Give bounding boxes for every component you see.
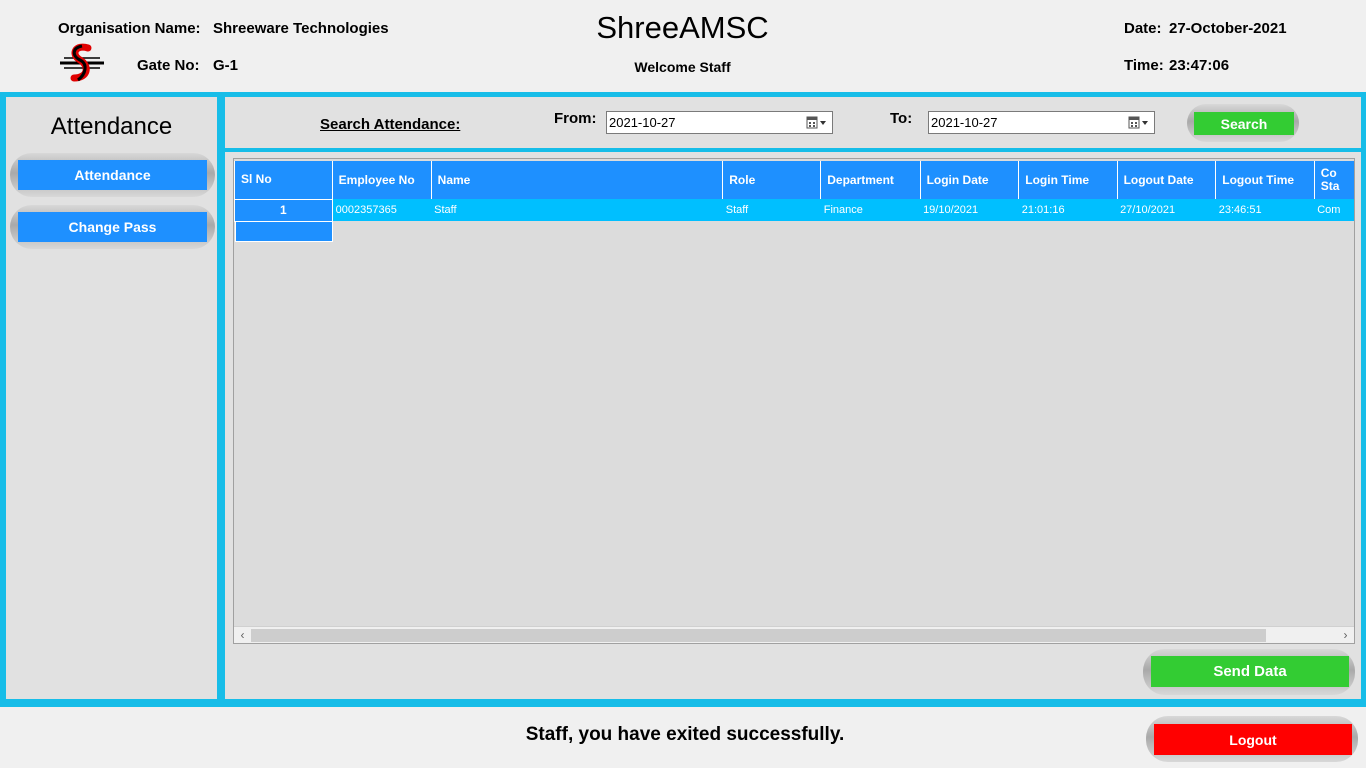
date-label: Date:	[1124, 20, 1162, 37]
from-label: From:	[554, 110, 597, 127]
cell-logout-date[interactable]: 27/10/2021	[1117, 199, 1216, 221]
cell-login-time[interactable]: 21:01:16	[1018, 199, 1118, 221]
search-button[interactable]: Search	[1194, 112, 1294, 135]
sidebar-title: Attendance	[50, 113, 173, 140]
new-row-header-cell[interactable]	[235, 221, 333, 242]
cell-name[interactable]: Staff	[431, 199, 723, 221]
column-header-department[interactable]: Department	[820, 161, 921, 199]
time-label: Time:	[1124, 57, 1164, 74]
org-name-label: Organisation Name:	[58, 20, 201, 37]
scrollbar-thumb[interactable]	[251, 629, 1266, 642]
cell-login-date[interactable]: 19/10/2021	[920, 199, 1019, 221]
logout-button[interactable]: Logout	[1154, 724, 1352, 755]
cell-employee-no[interactable]: 0002357365	[332, 199, 432, 221]
date-value: 27-October-2021	[1169, 20, 1287, 37]
time-value: 23:47:06	[1169, 57, 1230, 74]
column-header-employee-no[interactable]: Employee No	[331, 161, 432, 199]
cell-sl-no[interactable]: 1	[234, 198, 333, 222]
column-header-sl-no[interactable]: Sl No	[234, 161, 333, 199]
search-title: Search Attendance:	[320, 116, 461, 133]
table-row[interactable]: 1 0002357365 Staff Staff Finance 19/10/2…	[234, 198, 1354, 222]
attendance-table: Sl No Employee No Name Role Department L…	[234, 161, 1354, 222]
horizontal-scrollbar[interactable]: ‹ ›	[234, 626, 1354, 643]
column-header-login-date[interactable]: Login Date	[919, 161, 1019, 199]
column-header-logout-time[interactable]: Logout Time	[1215, 161, 1315, 199]
cell-role[interactable]: Staff	[722, 199, 821, 221]
column-header-status[interactable]: Co Sta	[1313, 161, 1354, 199]
column-header-role[interactable]: Role	[722, 161, 821, 199]
sidebar-item-change-pass[interactable]: Change Pass	[18, 212, 207, 242]
cell-department[interactable]: Finance	[820, 199, 921, 221]
column-header-login-time[interactable]: Login Time	[1018, 161, 1118, 199]
scroll-right-icon[interactable]: ›	[1337, 627, 1354, 643]
scroll-left-icon[interactable]: ‹	[234, 627, 251, 643]
status-message: Staff, you have exited successfully.	[525, 724, 845, 745]
org-name-value: Shreeware Technologies	[213, 20, 389, 37]
calendar-dropdown-icon[interactable]	[806, 116, 828, 130]
cell-status[interactable]: Com	[1314, 199, 1354, 221]
app-title: ShreeAMSC	[596, 10, 769, 45]
to-date-value: 2021-10-27	[931, 115, 998, 130]
calendar-dropdown-icon[interactable]	[1128, 116, 1150, 130]
gate-value: G-1	[213, 57, 239, 74]
from-date-value: 2021-10-27	[609, 115, 676, 130]
column-header-logout-date[interactable]: Logout Date	[1116, 161, 1216, 199]
attendance-grid: Sl No Employee No Name Role Department L…	[233, 158, 1355, 644]
sidebar: Attendance Attendance Change Pass	[6, 97, 217, 699]
sidebar-item-attendance[interactable]: Attendance	[18, 160, 207, 190]
to-label: To:	[890, 110, 913, 127]
from-date-picker[interactable]: 2021-10-27	[606, 111, 833, 134]
gate-label: Gate No:	[137, 57, 200, 74]
column-header-name[interactable]: Name	[430, 161, 723, 199]
search-bar: Search Attendance: From: 2021-10-27 To: …	[225, 97, 1361, 148]
to-date-picker[interactable]: 2021-10-27	[928, 111, 1155, 134]
send-data-button[interactable]: Send Data	[1151, 656, 1349, 687]
welcome-text: Welcome Staff	[634, 59, 731, 75]
cell-logout-time[interactable]: 23:46:51	[1215, 199, 1315, 221]
app-header: Organisation Name: Shreeware Technologie…	[0, 0, 1366, 92]
table-header-row: Sl No Employee No Name Role Department L…	[234, 161, 1354, 199]
company-logo	[60, 43, 104, 82]
